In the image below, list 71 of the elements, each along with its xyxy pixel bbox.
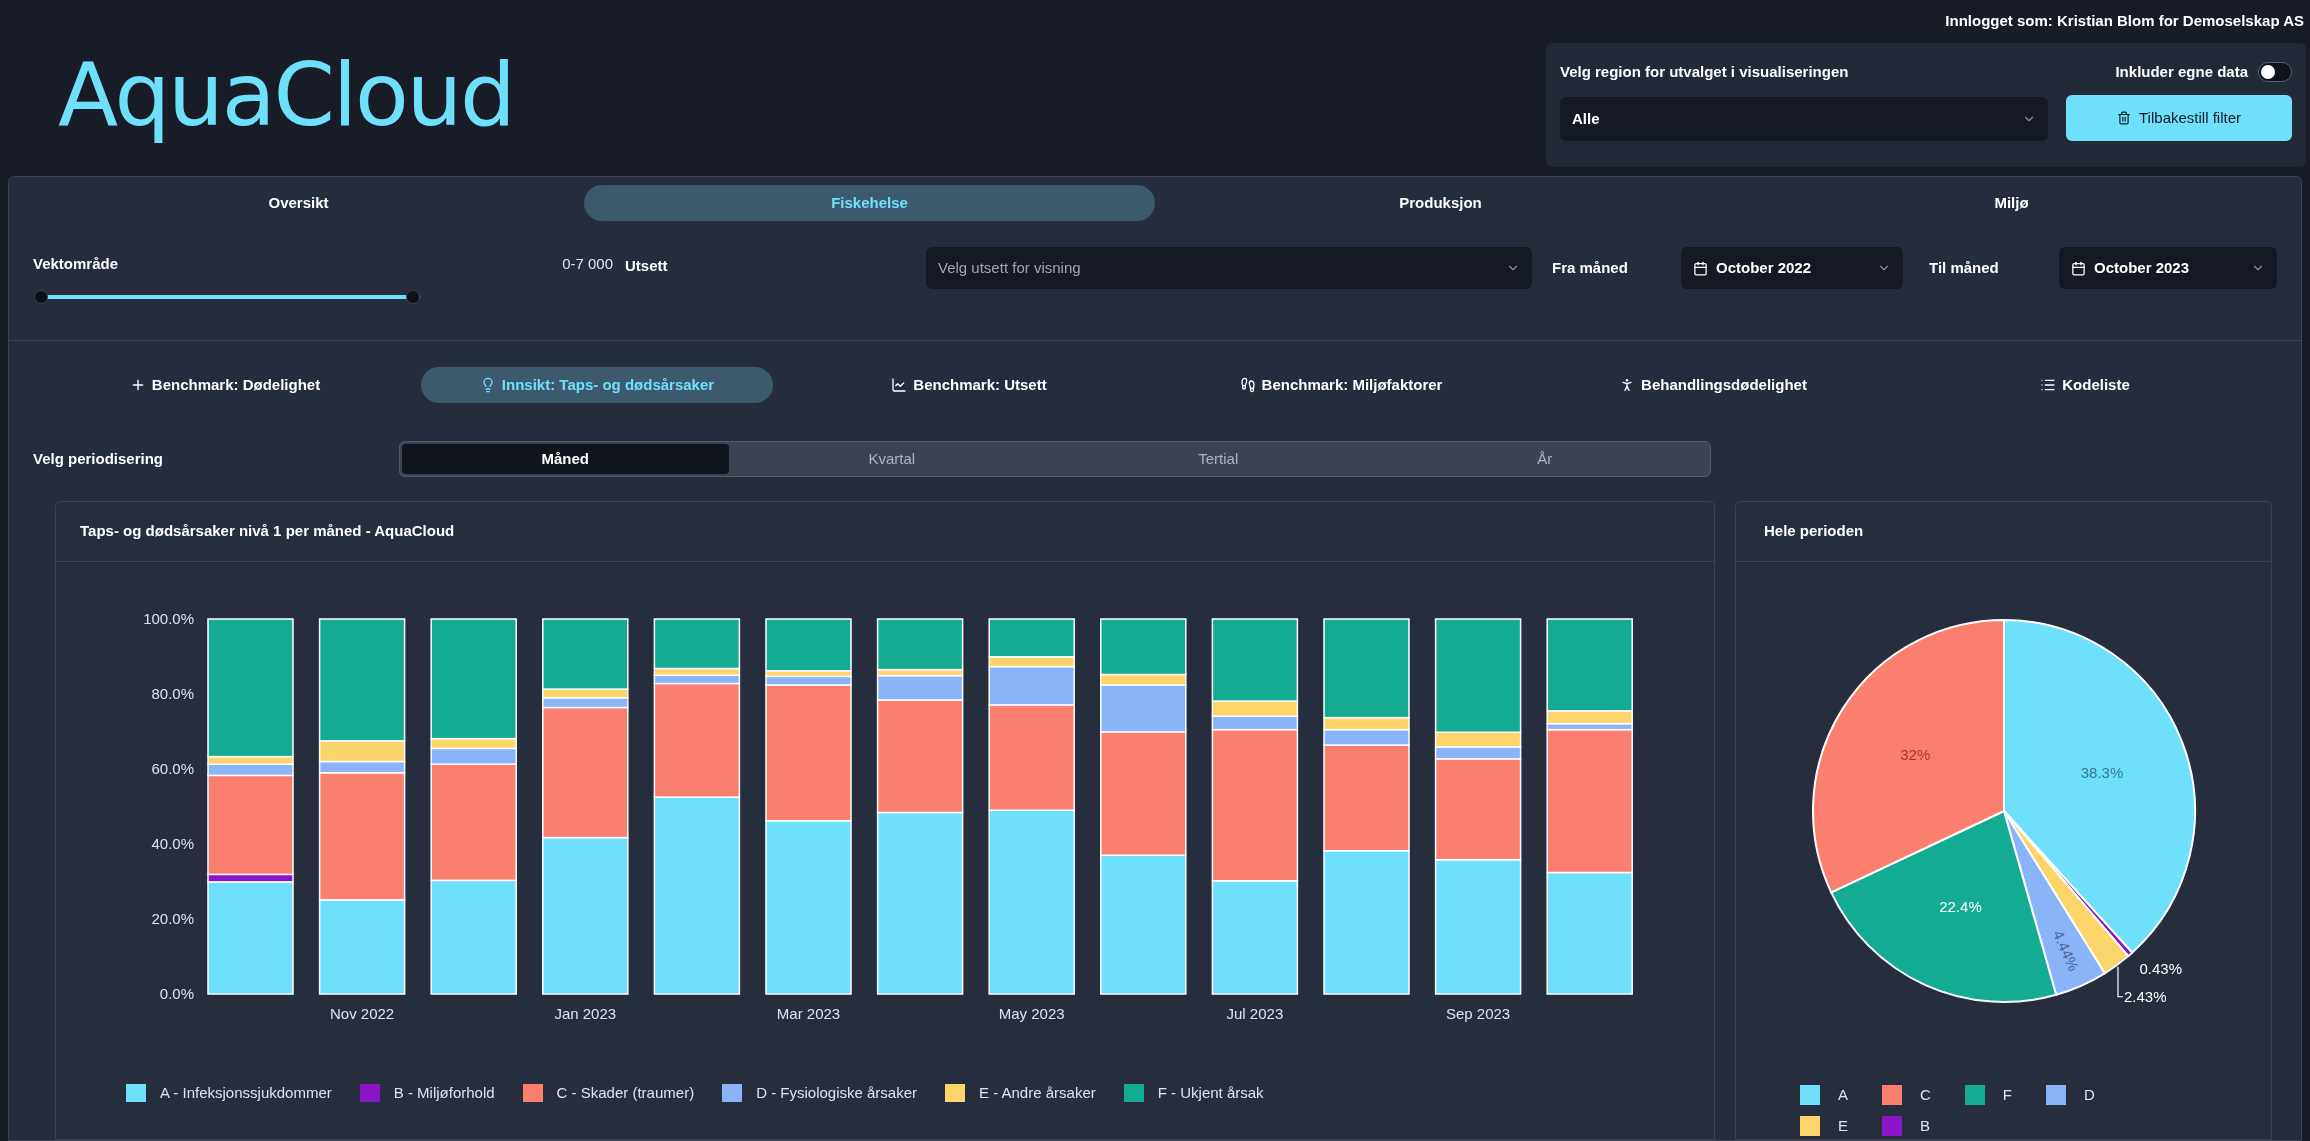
logo: AquaCloud: [58, 42, 514, 148]
segment-option[interactable]: Måned: [402, 444, 729, 474]
axis-tick-label: Sep 2023: [1446, 1005, 1511, 1022]
subtab[interactable]: Benchmark: Miljøfaktorer: [1165, 367, 1517, 403]
subtab[interactable]: Behandlingsdødelighet: [1537, 367, 1889, 403]
axis-tick-label: Jan 2023: [554, 1005, 617, 1022]
from-month-select[interactable]: October 2022: [1681, 247, 1903, 289]
axis-tick-label: Nov 2022: [330, 1005, 395, 1022]
slice-label: 38.3%: [2080, 764, 2124, 782]
release-select[interactable]: Velg utsett for visning: [926, 247, 1532, 289]
legend-label: C: [1920, 1085, 1931, 1105]
footprints-icon: [1239, 377, 1256, 393]
toggle-label: Inkluder egne data: [2115, 61, 2248, 82]
slice-label: 22.4%: [1939, 897, 1982, 915]
axis-tick-label: 40.0%: [151, 835, 194, 852]
tab[interactable]: Produksjon: [1155, 185, 1726, 221]
legend-label: B - Miljøforhold: [393, 1083, 495, 1103]
legend-label: C - Skader (traumer): [556, 1083, 695, 1103]
leader-line: [2117, 966, 2124, 998]
axis-tick-label: May 2023: [998, 1005, 1065, 1022]
login-text: Innlogget som: Kristian Blom for Demoselskap AS: [1945, 11, 2305, 31]
segment-option[interactable]: År: [1381, 444, 1708, 474]
axis-tick-label: 60.0%: [151, 760, 194, 777]
reset-filter-button[interactable]: Tilbakestill filter: [2066, 95, 2292, 141]
legend-label: F - Ukjent årsak: [1157, 1083, 1264, 1103]
tab[interactable]: Oversikt: [13, 185, 584, 221]
legend-label: D: [2084, 1085, 2095, 1105]
legend-label: E - Andre årsaker: [979, 1083, 1096, 1103]
to-month-select[interactable]: October 2023: [2059, 247, 2277, 289]
slice-label: 2.43%: [2124, 987, 2167, 1005]
subtab[interactable]: Kodeliste: [1909, 367, 2261, 403]
axis-tick-label: 80.0%: [151, 685, 194, 702]
slice-label: 4.44%: [2049, 927, 2083, 974]
slice-label: 32%: [1900, 745, 1931, 763]
line-chart-icon: [891, 377, 908, 393]
axis-tick-label: Jul 2023: [1226, 1005, 1284, 1022]
period-label: Velg periodisering: [33, 448, 165, 469]
legend-label: A - Infeksjonssjukdommer: [160, 1083, 332, 1103]
slider-thumb[interactable]: [406, 289, 421, 304]
trash-icon: [2117, 111, 2131, 125]
from-month-label: Fra måned: [1552, 258, 1629, 278]
subtab[interactable]: Benchmark: Dødelighet: [49, 367, 401, 403]
axis-tick-label: Mar 2023: [776, 1005, 841, 1022]
calendar-icon: [1693, 260, 1708, 276]
legend-label: F: [2002, 1085, 2013, 1105]
tab[interactable]: Miljø: [1726, 185, 2297, 221]
slider-thumb[interactable]: [34, 289, 48, 304]
segment-option[interactable]: Kvartal: [728, 444, 1055, 474]
calendar-icon: [2071, 260, 2086, 276]
region-select[interactable]: Alle: [1560, 97, 2048, 141]
to-month-label: Til måned: [1929, 258, 2000, 278]
card-title: Taps- og dødsårsaker nivå 1 per måned - AquaCloud: [80, 521, 455, 542]
subtab[interactable]: Innsikt: Taps- og dødsårsaker: [421, 367, 773, 403]
tab[interactable]: Fiskehelse: [584, 185, 1155, 221]
region-label: Velg region for utvalget i visualiseringen: [1560, 61, 1850, 82]
axis-tick-label: 20.0%: [151, 910, 194, 927]
weight-label: Vektområde: [33, 254, 119, 274]
legend-label: B: [1920, 1115, 1931, 1136]
axis-tick-label: 0.0%: [159, 985, 194, 1002]
subtab[interactable]: Benchmark: Utsett: [793, 367, 1145, 403]
list-icon: [2040, 377, 2057, 393]
card-title: Hele perioden: [1764, 521, 1864, 542]
weight-reading: 0-7 000: [562, 254, 613, 274]
segment-option[interactable]: Tertial: [1055, 444, 1382, 474]
legend-label: E: [1838, 1115, 1848, 1136]
toggle-switch[interactable]: [2258, 61, 2292, 82]
legend-label: D - Fysiologiske årsaker: [756, 1083, 917, 1103]
legend-label: A: [1838, 1085, 1848, 1105]
axis-tick-label: 100.0%: [143, 610, 194, 627]
slice-label: 0.43%: [2139, 959, 2183, 977]
release-label: Utsett: [625, 256, 669, 276]
